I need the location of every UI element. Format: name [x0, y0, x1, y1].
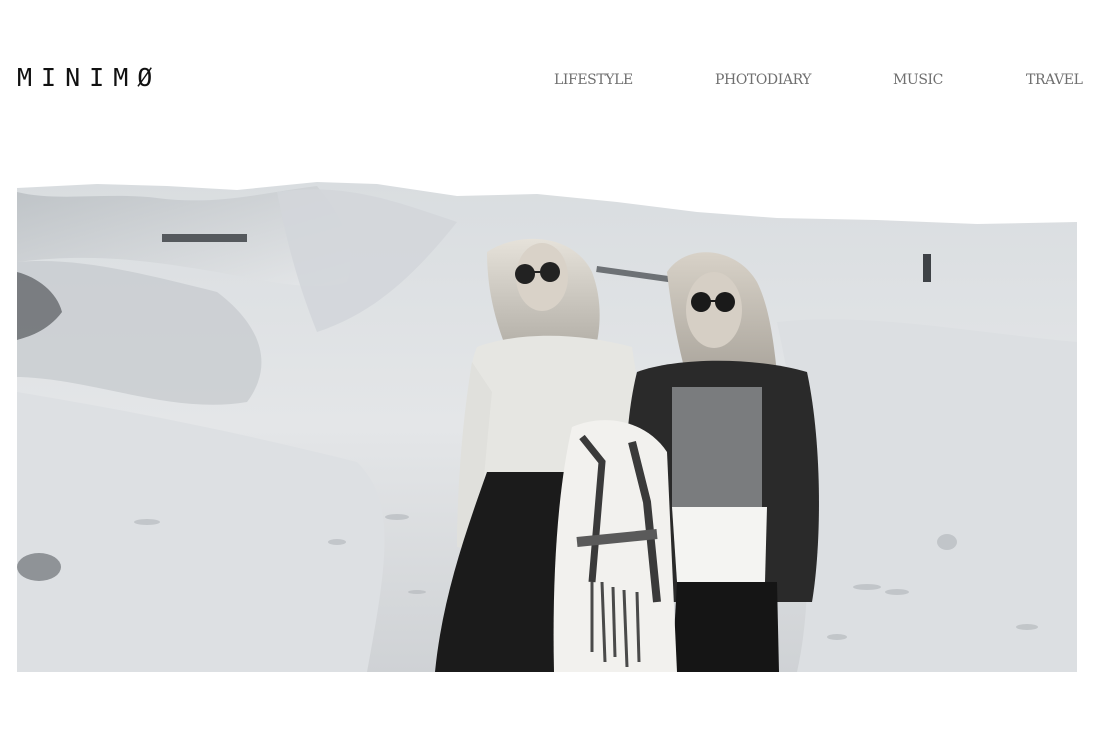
blanket — [553, 420, 677, 672]
nav-link-lifestyle[interactable]: LIFESTYLE — [554, 70, 633, 90]
hero-image — [17, 162, 1077, 672]
nav-link-music[interactable]: MUSIC — [893, 70, 943, 90]
main-navigation: LIFESTYLE PHOTODIARY MUSIC TRAVEL — [0, 70, 1100, 92]
nav-link-travel[interactable]: TRAVEL — [1026, 70, 1083, 90]
nav-link-photodiary[interactable]: PHOTODIARY — [715, 70, 812, 90]
site-header: MINIMØ LIFESTYLE PHOTODIARY MUSIC TRAVEL — [0, 0, 1100, 160]
hero-photo — [17, 162, 1077, 672]
